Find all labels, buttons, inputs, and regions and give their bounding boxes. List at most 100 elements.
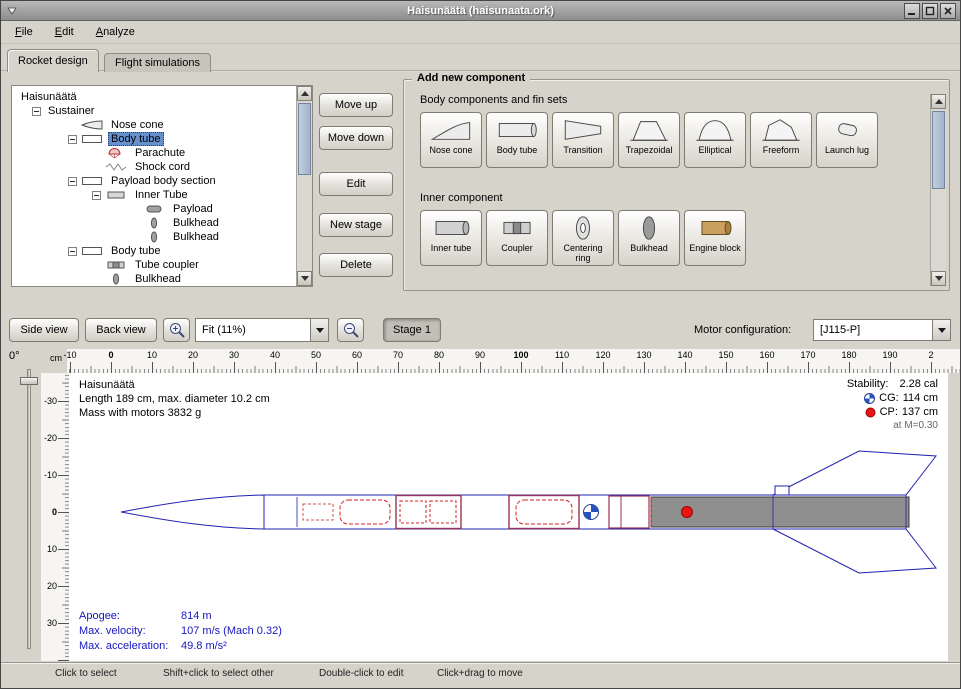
add-launch-lug-button[interactable]: Launch lug — [816, 112, 878, 168]
h-ruler-label: 130 — [636, 350, 651, 360]
menubar: File Edit Analyze — [1, 21, 960, 44]
rocket-dimensions: Length 189 cm, max. diameter 10.2 cm — [79, 392, 270, 406]
h-ruler-label: 150 — [718, 350, 733, 360]
tree-item-tube-coupler[interactable]: Tube coupler — [12, 258, 295, 272]
scroll-up-icon[interactable] — [931, 94, 946, 109]
close-button[interactable] — [940, 3, 956, 19]
move-down-button[interactable]: Move down — [319, 126, 393, 150]
add-component-panel: Add new component Body components and fi… — [403, 79, 950, 291]
cg-label: CG: — [879, 391, 899, 405]
zoom-out-button[interactable] — [337, 318, 364, 342]
h-ruler-label: 80 — [434, 350, 444, 360]
v-ruler-label: 30 — [47, 618, 57, 628]
menu-file[interactable]: File — [11, 24, 37, 40]
tree-item-parachute[interactable]: Parachute — [12, 146, 295, 160]
add-inner-tube-button[interactable]: Inner tube — [420, 210, 482, 266]
h-ruler-label: 50 — [311, 350, 321, 360]
max-velocity-value: 107 m/s (Mach 0.32) — [181, 625, 282, 637]
motor-configuration-value: [J115-P] — [814, 320, 932, 340]
cg-value: 114 cm — [903, 391, 938, 405]
edit-button[interactable]: Edit — [319, 172, 393, 196]
add-transition-button[interactable]: Transition — [552, 112, 614, 168]
h-ruler-label: 70 — [393, 350, 403, 360]
scroll-up-icon[interactable] — [297, 86, 312, 101]
rocket-figure-canvas[interactable]: Haisunäätä Length 189 cm, max. diameter … — [69, 373, 948, 661]
tree-item-nose-cone[interactable]: Nose cone — [12, 118, 295, 132]
fin-bottom-outline — [773, 529, 936, 573]
rotation-slider[interactable] — [27, 369, 31, 649]
new-stage-button[interactable]: New stage — [319, 213, 393, 237]
scrollbar-thumb[interactable] — [298, 103, 311, 175]
tree-scrollbar[interactable] — [296, 86, 312, 286]
add-nose-cone-button[interactable]: Nose cone — [420, 112, 482, 168]
add-coupler-button[interactable]: Coupler — [486, 210, 548, 266]
tree-item-label: Payload — [170, 203, 216, 215]
add-freeform-fin-button[interactable]: Freeform — [750, 112, 812, 168]
tree-item-bulkhead[interactable]: Bulkhead — [12, 216, 295, 230]
delete-button[interactable]: Delete — [319, 253, 393, 277]
launch-lug-icon — [825, 115, 869, 145]
add-engine-block-button[interactable]: Engine block — [684, 210, 746, 266]
add-elliptical-fin-button[interactable]: Elliptical — [684, 112, 746, 168]
collapse-icon[interactable] — [32, 107, 41, 116]
window-menu-icon[interactable] — [5, 4, 19, 18]
zoom-select[interactable]: Fit (11%) — [195, 318, 329, 342]
add-centering-ring-button[interactable]: Centering ring — [552, 210, 614, 266]
tree-item-label: Sustainer — [45, 105, 97, 117]
collapse-icon[interactable] — [68, 177, 77, 186]
tree-item-sustainer[interactable]: Sustainer — [12, 104, 295, 118]
nose-cone-icon — [81, 119, 103, 131]
figure-info: Haisunäätä Length 189 cm, max. diameter … — [79, 378, 270, 420]
tree-item-payload[interactable]: Payload — [12, 202, 295, 216]
tree-item-inner-tube[interactable]: Inner Tube — [12, 188, 295, 202]
rotation-slider-thumb[interactable] — [20, 377, 38, 385]
minimize-button[interactable] — [904, 3, 920, 19]
stage-1-toggle[interactable]: Stage 1 — [383, 318, 441, 342]
side-view-button[interactable]: Side view — [9, 318, 79, 342]
zoom-value: Fit (11%) — [196, 319, 310, 341]
tab-rocket-design[interactable]: Rocket design — [7, 49, 99, 72]
bulkhead-icon — [143, 231, 165, 243]
tree-item-label: Inner Tube — [132, 189, 191, 201]
tree-item-rocket[interactable]: Haisunäätä — [12, 90, 295, 104]
maximize-button[interactable] — [922, 3, 938, 19]
back-view-button[interactable]: Back view — [85, 318, 157, 342]
motor-configuration-select[interactable]: [J115-P] — [813, 319, 951, 341]
scroll-down-icon[interactable] — [297, 271, 312, 286]
launch-lug-outline — [775, 486, 789, 495]
add-bulkhead-button[interactable]: Bulkhead — [618, 210, 680, 266]
move-up-button[interactable]: Move up — [319, 93, 393, 117]
menu-analyze[interactable]: Analyze — [92, 24, 139, 40]
tree-item-body-tube-aft[interactable]: Body tube — [12, 244, 295, 258]
parachute-icon — [105, 147, 127, 159]
chevron-down-icon[interactable] — [932, 320, 950, 340]
h-ruler-label: 190 — [882, 350, 897, 360]
menu-edit[interactable]: Edit — [51, 24, 78, 40]
rocket-mass: Mass with motors 3832 g — [79, 406, 270, 420]
add-trapezoidal-fin-button[interactable]: Trapezoidal — [618, 112, 680, 168]
cp-legend-icon — [865, 407, 876, 418]
tab-flight-simulations[interactable]: Flight simulations — [104, 53, 211, 72]
tree-item-payload-body-section[interactable]: Payload body section — [12, 174, 295, 188]
tree-item-body-tube[interactable]: Body tube — [12, 132, 295, 146]
max-acceleration-label: Max. acceleration: — [79, 639, 181, 654]
scrollbar-thumb[interactable] — [932, 111, 945, 189]
scroll-down-icon[interactable] — [931, 271, 946, 286]
h-ruler-label: 0 — [108, 350, 113, 360]
tree-item-bulkhead[interactable]: Bulkhead — [12, 230, 295, 244]
collapse-icon[interactable] — [68, 135, 77, 144]
collapse-icon[interactable] — [92, 191, 101, 200]
collapse-icon[interactable] — [68, 247, 77, 256]
tree-item-bulkhead-aft[interactable]: Bulkhead — [12, 272, 295, 286]
openrocket-window: Haisunäätä (haisunaata.ork) File Edit An… — [0, 0, 961, 689]
zoom-in-button[interactable] — [163, 318, 190, 342]
tree-item-shock-cord[interactable]: Shock cord — [12, 160, 295, 174]
h-ruler-label: -10 — [63, 350, 76, 360]
component-panel-scrollbar[interactable] — [930, 94, 946, 286]
chevron-down-icon[interactable] — [310, 319, 328, 341]
main-tabs: Rocket design Flight simulations — [1, 44, 960, 72]
add-body-tube-button[interactable]: Body tube — [486, 112, 548, 168]
tree-item-label: Bulkhead — [132, 273, 184, 285]
group-title: Add new component — [412, 72, 530, 84]
magnifier-minus-icon — [342, 321, 360, 339]
